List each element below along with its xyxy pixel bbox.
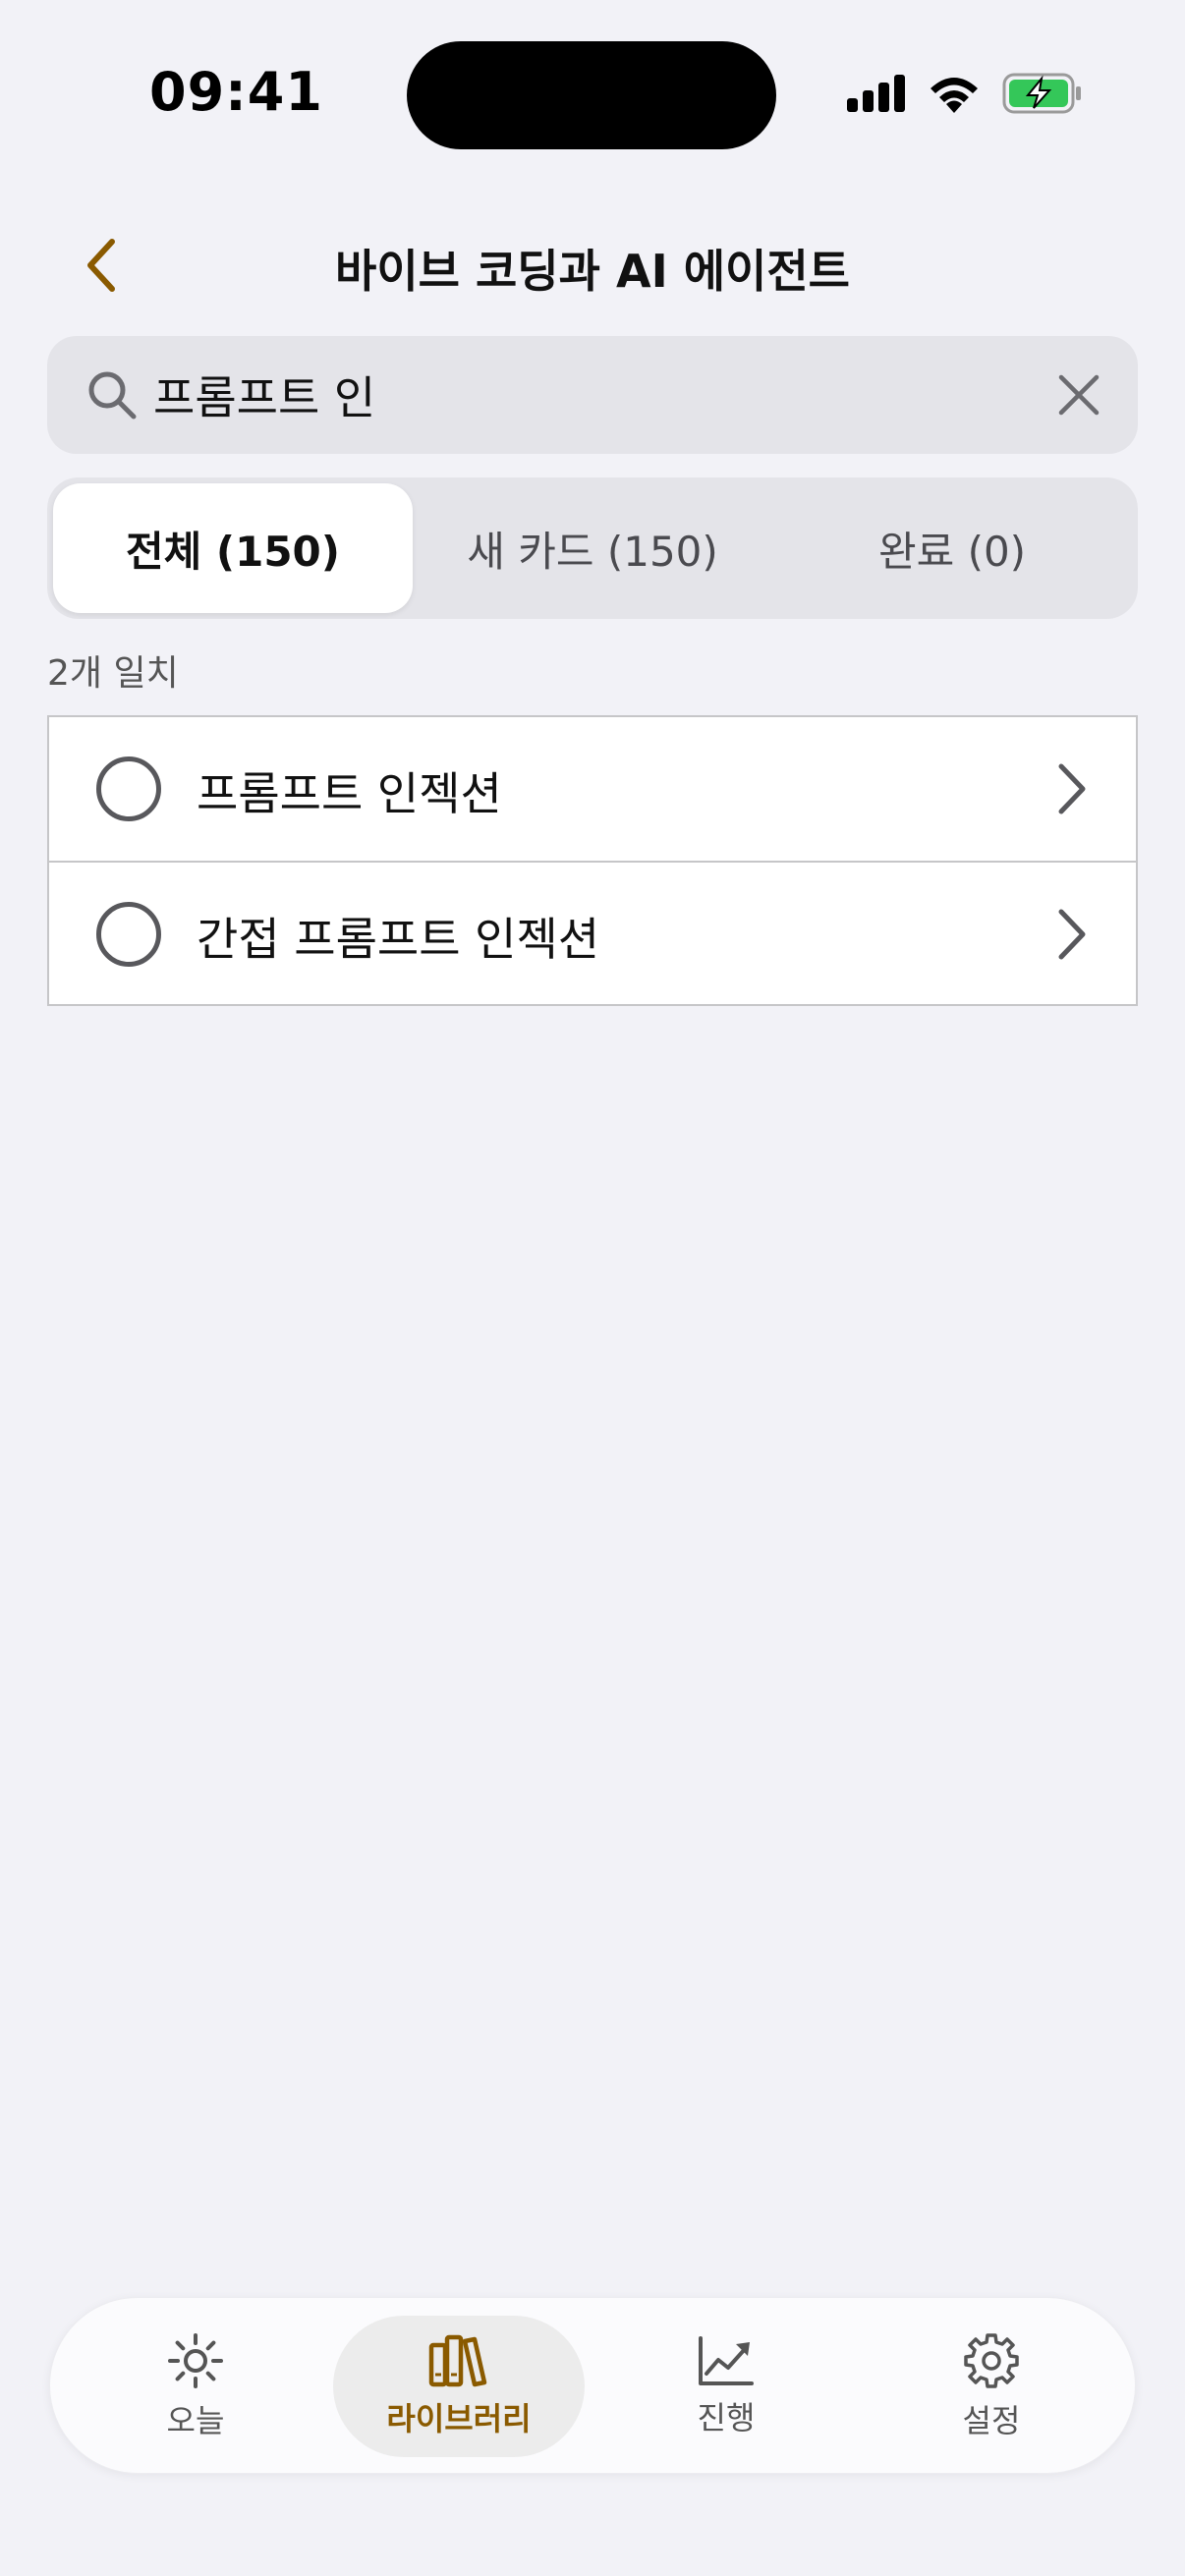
chevron-right-icon xyxy=(1058,763,1086,814)
list-item[interactable]: 간접 프롬프트 인젝션 xyxy=(49,861,1136,1004)
tab-label: 설정 xyxy=(962,2402,1021,2439)
chart-icon xyxy=(699,2336,754,2385)
segment-completed[interactable]: 완료 (0) xyxy=(772,483,1132,613)
tab-library[interactable]: 라이브러리 xyxy=(333,2316,585,2457)
status-bar: 09:41 xyxy=(0,0,1185,187)
cellular-signal-icon xyxy=(847,75,905,112)
segment-all[interactable]: 전체 (150) xyxy=(53,483,413,613)
circle-checkbox[interactable] xyxy=(96,756,161,821)
dynamic-island xyxy=(407,41,776,149)
list-item-label: 간접 프롬프트 인젝션 xyxy=(197,913,600,966)
page-title: 바이브 코딩과 AI 에이전트 xyxy=(335,245,850,298)
sun-icon xyxy=(168,2333,223,2388)
nav-header: 바이브 코딩과 AI 에이전트 xyxy=(0,216,1185,305)
gear-icon xyxy=(964,2333,1019,2388)
list-item-label: 프롬프트 인젝션 xyxy=(197,767,502,820)
circle-checkbox[interactable] xyxy=(96,902,161,967)
battery-charging-icon xyxy=(1002,73,1081,114)
tab-label: 라이브러리 xyxy=(386,2400,532,2437)
tab-today[interactable]: 오늘 xyxy=(70,2316,321,2457)
search-icon xyxy=(88,371,137,420)
close-icon xyxy=(1058,374,1100,416)
wifi-icon xyxy=(931,78,978,113)
match-count: 2개 일치 xyxy=(47,653,179,694)
books-icon xyxy=(428,2334,487,2387)
tab-progress[interactable]: 진행 xyxy=(600,2316,852,2457)
status-time: 09:41 xyxy=(149,61,323,123)
clear-search-button[interactable] xyxy=(1049,365,1108,424)
search-bar xyxy=(47,336,1138,454)
segment-new-cards[interactable]: 새 카드 (150) xyxy=(413,483,772,613)
bottom-tab-bar: 오늘 라이브러리 진행 설정 xyxy=(49,2297,1136,2474)
results-list: 프롬프트 인젝션 간접 프롬프트 인젝션 xyxy=(47,715,1138,1006)
search-input[interactable] xyxy=(153,356,1038,434)
tab-settings[interactable]: 설정 xyxy=(866,2316,1117,2457)
list-item[interactable]: 프롬프트 인젝션 xyxy=(49,717,1136,861)
tab-label: 진행 xyxy=(697,2399,756,2436)
tab-label: 오늘 xyxy=(166,2402,225,2439)
chevron-right-icon xyxy=(1058,909,1086,960)
filter-segmented-control: 전체 (150) 새 카드 (150) 완료 (0) xyxy=(47,477,1138,619)
status-icons xyxy=(847,69,1083,118)
